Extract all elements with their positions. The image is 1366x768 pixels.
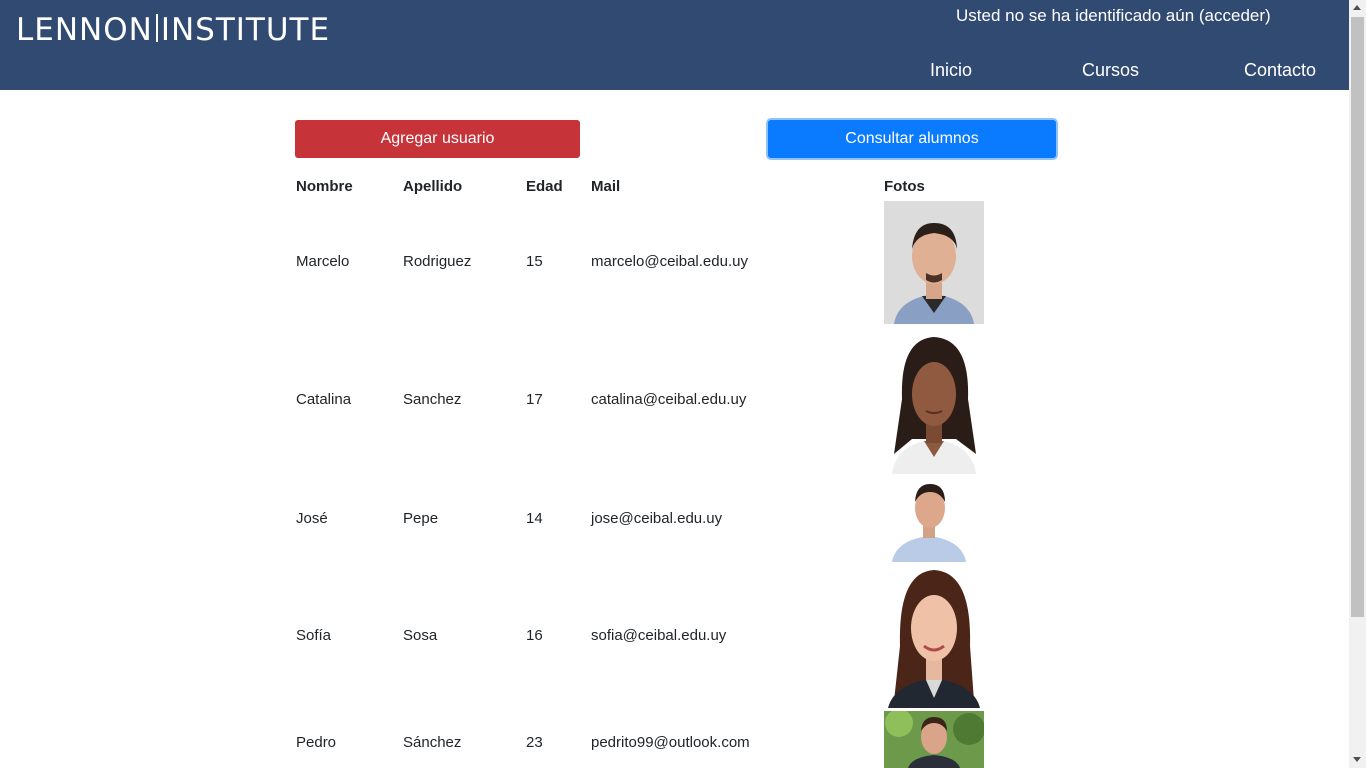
- cell-edad: 14: [526, 510, 543, 527]
- cell-apellido: Pepe: [403, 510, 439, 527]
- student-photo: [884, 201, 984, 324]
- scrollbar-thumb[interactable]: [1351, 17, 1364, 617]
- cell-apellido: Sanchez: [403, 391, 462, 408]
- cell-mail: sofia@ceibal.edu.uy: [591, 627, 727, 644]
- column-header-mail: Mail: [591, 178, 621, 195]
- cell-mail: pedrito99@outlook.com: [591, 734, 750, 751]
- student-photo: [884, 711, 984, 768]
- cell-nombre: Pedro: [296, 734, 337, 751]
- nav-cursos[interactable]: Cursos: [1082, 59, 1139, 81]
- cell-edad: 23: [526, 734, 543, 751]
- cell-mail: catalina@ceibal.edu.uy: [591, 391, 747, 408]
- add-user-button[interactable]: Agregar usuario: [295, 120, 580, 158]
- column-header-nombre: Nombre: [296, 178, 353, 195]
- logo-text-lennon: LENNON: [16, 12, 153, 48]
- cell-apellido: Sánchez: [403, 734, 462, 751]
- cell-apellido: Rodriguez: [403, 253, 472, 270]
- nav-inicio[interactable]: Inicio: [930, 59, 972, 81]
- cell-nombre: Catalina: [296, 391, 352, 408]
- consult-students-button[interactable]: Consultar alumnos: [768, 120, 1056, 158]
- cell-edad: 17: [526, 391, 543, 408]
- site-header: LENNON INSTITUTE Usted no se ha identific…: [0, 0, 1349, 90]
- cell-edad: 15: [526, 253, 543, 270]
- logo-text-institute: INSTITUTE: [160, 12, 331, 48]
- student-photo: [884, 329, 984, 474]
- cell-nombre: Marcelo: [296, 253, 350, 270]
- student-photo: [884, 566, 984, 708]
- column-header-apellido: Apellido: [403, 178, 463, 195]
- nav-contacto[interactable]: Contacto: [1244, 59, 1316, 81]
- cell-apellido: Sosa: [403, 627, 438, 644]
- column-header-fotos: Fotos: [884, 178, 925, 195]
- login-status-link[interactable]: Usted no se ha identificado aún (acceder…: [956, 5, 1271, 27]
- cell-mail: marcelo@ceibal.edu.uy: [591, 253, 748, 270]
- scroll-down-arrow-icon[interactable]: [1353, 757, 1361, 762]
- student-photo: [884, 478, 974, 562]
- cell-edad: 16: [526, 627, 543, 644]
- cell-mail: jose@ceibal.edu.uy: [591, 510, 723, 527]
- column-header-edad: Edad: [526, 178, 563, 195]
- vertical-scrollbar[interactable]: [1349, 0, 1366, 768]
- cell-nombre: José: [296, 510, 328, 527]
- cell-nombre: Sofía: [296, 627, 332, 644]
- site-logo[interactable]: LENNON INSTITUTE: [16, 10, 330, 50]
- scroll-up-arrow-icon[interactable]: [1353, 5, 1361, 10]
- logo-divider: [155, 14, 158, 42]
